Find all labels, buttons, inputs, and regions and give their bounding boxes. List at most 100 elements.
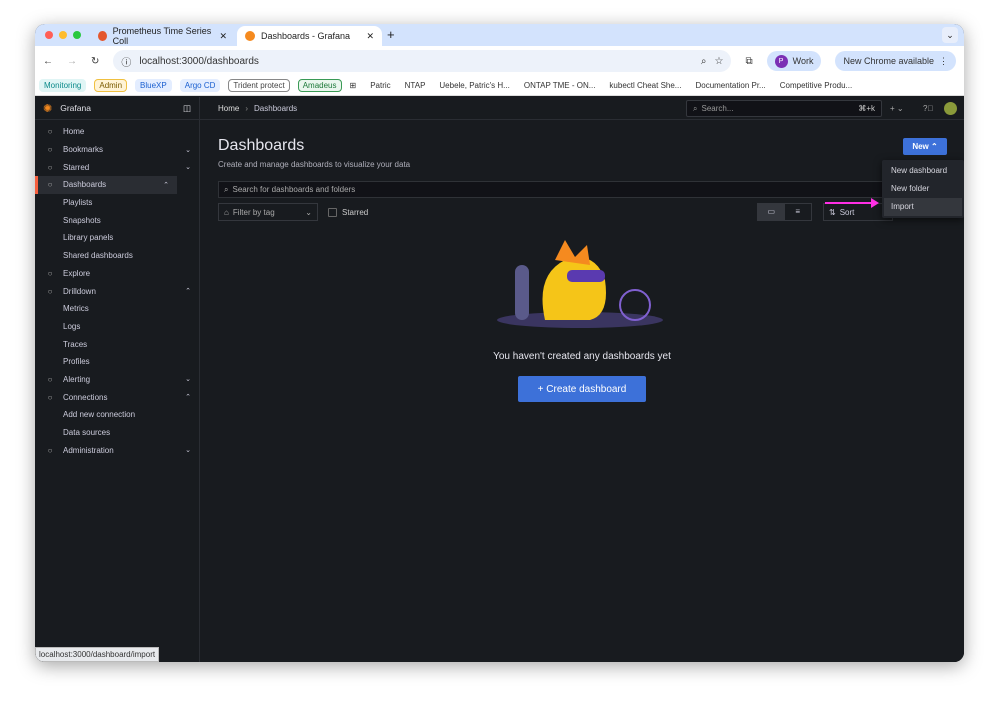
sidebar-item-label: Starred (63, 162, 90, 172)
new-button[interactable]: New ⌃ (903, 138, 947, 155)
bookmark-link[interactable]: Patric (370, 81, 390, 90)
sidebar-item-connections[interactable]: ○ Connections ⌃ (35, 388, 199, 406)
sidebar-item-label: Administration (63, 445, 114, 455)
sidebar-item-label: Traces (63, 339, 88, 349)
create-dashboard-button[interactable]: + Create dashboard (518, 376, 646, 402)
bookmark-link[interactable]: NTAP (405, 81, 426, 90)
bookmark-star-icon[interactable]: ☆ (715, 56, 724, 67)
sidebar-item-logs[interactable]: Logs (35, 318, 199, 336)
sidebar-item-administration[interactable]: ○ Administration ⌄ (35, 441, 199, 459)
view-toggle: ▭ ≡ (757, 203, 812, 221)
breadcrumb-home[interactable]: Home (218, 104, 239, 113)
menu-item-import[interactable]: Import (884, 198, 962, 216)
bookmark-chip[interactable]: BlueXP (135, 79, 172, 92)
empty-state-illustration (497, 240, 663, 328)
bookmark-link[interactable]: ONTAP TME - ON... (524, 81, 596, 90)
new-tab-button[interactable]: + (387, 27, 395, 42)
new-dropdown-menu: New dashboard New folder Import (882, 160, 964, 218)
chevron-icon[interactable]: ⌃ (185, 287, 191, 295)
chevron-icon[interactable]: ⌃ (185, 393, 191, 401)
bookmark-link[interactable]: Uebele, Patric's H... (439, 81, 509, 90)
chevron-icon[interactable]: ⌄ (185, 146, 191, 154)
sidebar-item-label: Drilldown (63, 286, 96, 296)
bookmark-chip[interactable]: Amadeus (297, 79, 342, 92)
drilldown-icon: ○ (47, 286, 53, 296)
sidebar-item-starred[interactable]: ○ Starred ⌄ (35, 158, 199, 176)
bookmark-link[interactable]: Competitive Produ... (780, 81, 852, 90)
back-icon[interactable]: ← (43, 56, 53, 67)
sidebar-item-add-new-connection[interactable]: Add new connection (35, 406, 199, 424)
bookmark-chip[interactable]: Argo CD (179, 79, 221, 92)
page-title: Dashboards (218, 137, 305, 154)
sidebar-item-home[interactable]: ○ Home (35, 123, 199, 141)
chevron-icon[interactable]: ⌄ (185, 163, 191, 171)
chevron-icon[interactable]: ⌃ (163, 181, 169, 189)
bookmark-chip[interactable]: Monitoring (39, 79, 87, 92)
sidebar-item-profiles[interactable]: Profiles (35, 353, 199, 371)
profile-button[interactable]: P Work (766, 51, 822, 71)
bookmarks-bar: Monitoring Admin BlueXP Argo CD Trident prot… (35, 76, 964, 96)
sidebar-item-drilldown[interactable]: ○ Drilldown ⌃ (35, 282, 199, 300)
update-button[interactable]: New Chrome available ⋮ (835, 51, 956, 71)
folder-view-icon[interactable]: ▭ (758, 204, 785, 220)
filter-by-tag-select[interactable]: ⌂ Filter by tag ⌄ (218, 203, 318, 221)
sidebar-item-metrics[interactable]: Metrics (35, 300, 199, 318)
tag-icon: ⌂ (224, 207, 229, 217)
menu-icon: ⋮ (939, 55, 948, 66)
search-input[interactable]: ⌕ Search... ⌘+k (686, 100, 882, 117)
close-icon[interactable]: ✕ (366, 31, 374, 42)
avatar[interactable] (944, 101, 957, 115)
status-bar-url: localhost:3000/dashboard/import (35, 647, 160, 662)
window-controls[interactable] (45, 31, 81, 39)
sidebar-item-bookmarks[interactable]: ○ Bookmarks ⌄ (35, 141, 199, 159)
search-icon: ⌕ (224, 184, 229, 194)
bookmark-link[interactable]: kubectl Cheat She... (609, 81, 681, 90)
apps-icon[interactable]: ⊞ (350, 81, 357, 90)
bookmark-link[interactable]: Documentation Pr... (695, 81, 765, 90)
zoom-icon[interactable]: ⌕ (701, 56, 707, 67)
tab-prometheus[interactable]: Prometheus Time Series Coll ✕ (90, 26, 235, 46)
menu-item-new-folder[interactable]: New folder (884, 180, 962, 198)
tab-grafana[interactable]: Dashboards - Grafana ✕ (237, 26, 382, 46)
sidebar-item-traces[interactable]: Traces (35, 335, 199, 353)
sidebar-item-alerting[interactable]: ○ Alerting ⌄ (35, 371, 199, 389)
add-menu-button[interactable]: + ⌄ (890, 104, 904, 113)
address-bar[interactable]: ⓘ localhost:3000/dashboards ⌕ ☆ (113, 50, 732, 72)
starred-checkbox[interactable]: Starred (328, 208, 368, 217)
close-icon[interactable]: ✕ (219, 31, 227, 42)
sidebar-item-explore[interactable]: ○ Explore (35, 265, 199, 283)
sidebar-item-snapshots[interactable]: Snapshots (35, 211, 199, 229)
forward-icon[interactable]: → (67, 56, 77, 67)
sidebar-item-label: Add new connection (63, 410, 136, 420)
sidebar-item-label: Bookmarks (63, 145, 104, 155)
grafana-icon (245, 31, 255, 41)
dock-menu-icon[interactable]: ◫ (183, 103, 191, 114)
sidebar-item-data-sources[interactable]: Data sources (35, 424, 199, 442)
bookmark-chip[interactable]: Admin (94, 79, 128, 92)
sidebar-item-label: Explore (63, 268, 91, 278)
bookmark-icon: ○ (47, 145, 53, 155)
reload-icon[interactable]: ↻ (91, 56, 99, 67)
empty-state-text: You haven't created any dashboards yet (493, 351, 671, 362)
sidebar-item-dashboards[interactable]: ○ Dashboards ⌃ (35, 176, 177, 194)
menu-item-new-dashboard[interactable]: New dashboard (884, 162, 962, 180)
extensions-icon[interactable]: ⧉ (745, 56, 752, 67)
connections-icon: ○ (47, 392, 53, 402)
sidebar-item-label: Metrics (63, 304, 89, 314)
sidebar-item-playlists[interactable]: Playlists (35, 194, 199, 212)
chevron-icon[interactable]: ⌄ (185, 446, 191, 454)
chevron-down-icon: ⌄ (305, 207, 312, 217)
tab-search-chevron-icon[interactable]: ⌄ (942, 27, 958, 43)
dashboard-search-input[interactable]: ⌕ Search for dashboards and folders (218, 181, 888, 198)
sidebar-item-shared-dashboards[interactable]: Shared dashboards (35, 247, 199, 265)
top-bar: Home › Dashboards ⌕ Search... ⌘+k + ⌄ ?⃝ (200, 97, 964, 120)
bookmark-chip[interactable]: Trident protect (228, 79, 290, 92)
annotation-arrow (825, 198, 879, 208)
list-view-icon[interactable]: ≡ (785, 204, 812, 220)
sidebar-item-library-panels[interactable]: Library panels (35, 229, 199, 247)
chevron-icon[interactable]: ⌄ (185, 375, 191, 383)
home-icon: ○ (47, 127, 53, 137)
grafana-logo-icon[interactable]: ✺ (43, 102, 52, 115)
help-icon[interactable]: ?⃝ (923, 104, 933, 113)
info-icon: ⓘ (121, 57, 132, 69)
